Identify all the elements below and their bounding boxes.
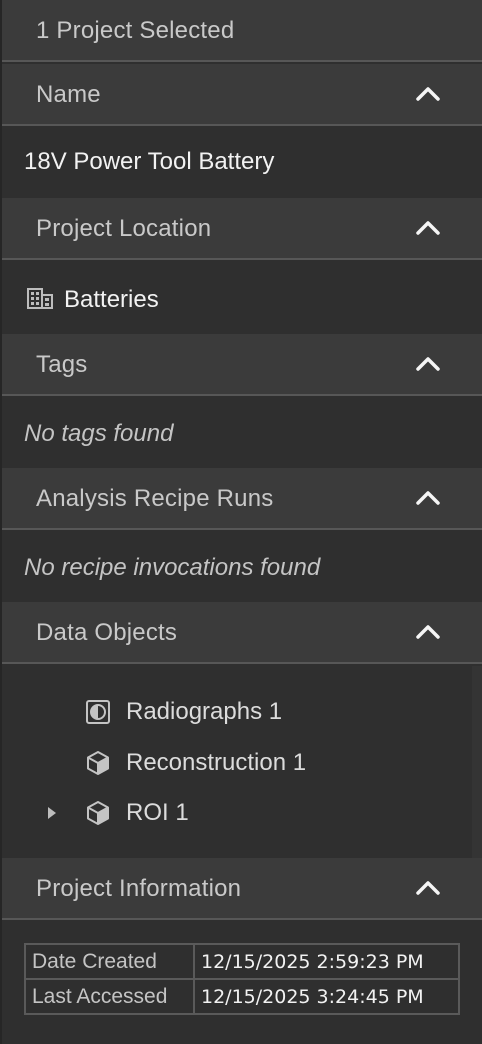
tree-item[interactable]: Reconstruction 1 (2, 740, 472, 786)
info-value: 12/15/2025 2:59:23 PM (193, 943, 460, 980)
tree-item-label: ROI 1 (126, 799, 189, 826)
section-title-location: Project Location (36, 215, 212, 242)
section-header-recipes[interactable]: Analysis Recipe Runs (2, 468, 482, 530)
tree-item[interactable]: ROI 1 (2, 790, 472, 836)
section-header-info[interactable]: Project Information (2, 858, 482, 920)
section-body-location: Batteries (2, 262, 482, 334)
chevron-up-icon[interactable] (414, 216, 442, 240)
section-body-tags: No tags found (2, 398, 482, 468)
section-body-recipes: No recipe invocations found (2, 532, 482, 602)
project-name: 18V Power Tool Battery (24, 148, 275, 175)
data-objects-tree: Radiographs 1 Reconstruction 1 ROI 1 (2, 666, 482, 858)
tree-scrollbar[interactable] (472, 666, 482, 858)
cube-icon (87, 801, 109, 825)
tree-item-label: Reconstruction 1 (126, 749, 307, 776)
info-value: 12/15/2025 3:24:45 PM (193, 978, 460, 1015)
project-info-table: Date Created 12/15/2025 2:59:23 PM Last … (24, 943, 460, 1015)
chevron-up-icon[interactable] (414, 82, 442, 106)
caret-right-icon[interactable] (46, 805, 58, 821)
chevron-up-icon[interactable] (414, 876, 442, 900)
section-title-data-objects: Data Objects (36, 619, 178, 646)
info-key: Date Created (24, 943, 195, 980)
chevron-up-icon[interactable] (414, 352, 442, 376)
chevron-up-icon[interactable] (414, 486, 442, 510)
project-details-panel: 1 Project Selected Name 18V Power Tool B… (0, 0, 482, 1044)
info-key: Last Accessed (24, 978, 195, 1015)
section-header-location[interactable]: Project Location (2, 198, 482, 260)
selection-summary-bar: 1 Project Selected (2, 0, 482, 62)
section-title-tags: Tags (36, 351, 88, 378)
cube-icon (87, 751, 109, 775)
tree-item-label: Radiographs 1 (126, 698, 283, 725)
section-body-name: 18V Power Tool Battery (2, 128, 482, 198)
section-title-info: Project Information (36, 875, 242, 902)
section-title-name: Name (36, 81, 101, 108)
table-row: Date Created 12/15/2025 2:59:23 PM (24, 943, 460, 980)
radiograph-icon (86, 700, 110, 724)
building-icon (27, 288, 53, 309)
section-header-name[interactable]: Name (2, 64, 482, 126)
chevron-up-icon[interactable] (414, 620, 442, 644)
selection-summary: 1 Project Selected (36, 17, 235, 44)
section-title-recipes: Analysis Recipe Runs (36, 485, 274, 512)
section-header-tags[interactable]: Tags (2, 334, 482, 396)
project-location[interactable]: Batteries (64, 286, 159, 314)
table-row: Last Accessed 12/15/2025 3:24:45 PM (24, 978, 460, 1015)
tree-item[interactable]: Radiographs 1 (2, 689, 472, 735)
section-header-data-objects[interactable]: Data Objects (2, 602, 482, 664)
recipes-empty-message: No recipe invocations found (24, 554, 321, 581)
tags-empty-message: No tags found (24, 420, 174, 447)
